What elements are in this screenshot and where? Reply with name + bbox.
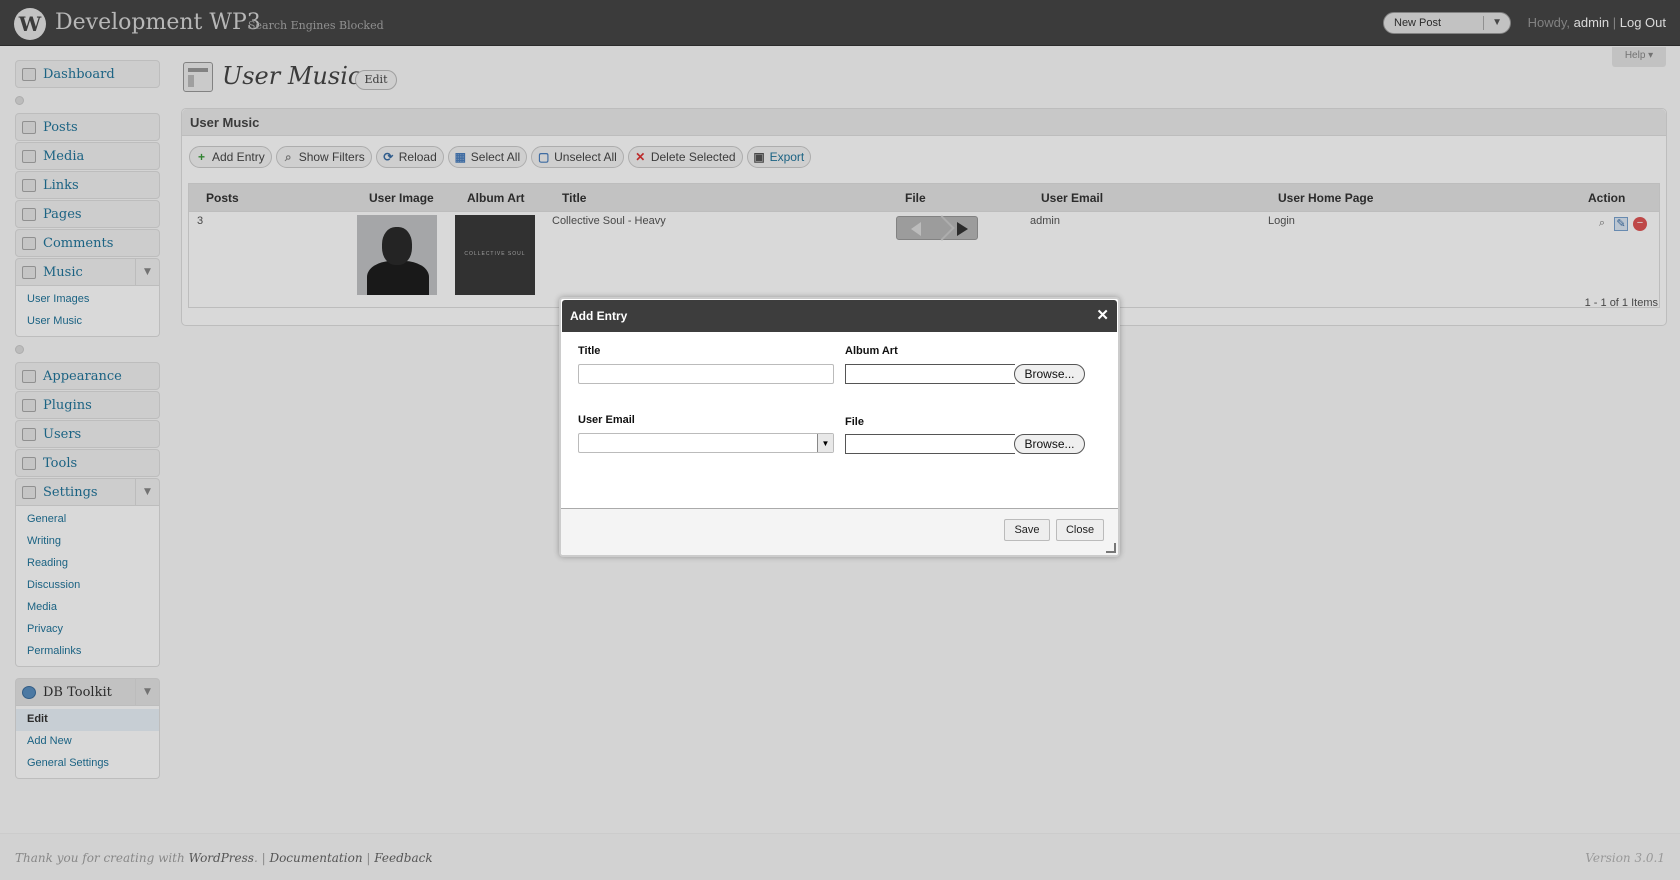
admin-footer: Thank you for creating with WordPress. |… (0, 833, 1680, 880)
title-input[interactable] (578, 364, 834, 384)
documentation-link[interactable]: Documentation (269, 851, 362, 865)
wordpress-link[interactable]: WordPress (189, 851, 254, 865)
dialog-titlebar[interactable]: Add Entry ✕ (562, 300, 1117, 332)
close-icon[interactable]: ✕ (1096, 300, 1109, 332)
dialog-footer: Save Close (561, 508, 1118, 555)
album-art-browse-button[interactable]: Browse... (1014, 364, 1085, 384)
file-browse-button[interactable]: Browse... (1014, 434, 1085, 454)
album-art-label: Album Art (845, 345, 898, 357)
feedback-link[interactable]: Feedback (374, 851, 432, 865)
file-input[interactable] (845, 434, 1015, 454)
title-label: Title (578, 345, 601, 357)
album-art-file-input[interactable] (845, 364, 1015, 384)
chevron-down-icon[interactable]: ▼ (817, 434, 833, 452)
resize-handle-icon[interactable] (1106, 543, 1116, 553)
add-entry-dialog: Add Entry ✕ Title Album Art Browse... Us… (559, 297, 1120, 557)
user-email-select[interactable]: ▼ (578, 433, 834, 453)
save-button[interactable]: Save (1004, 519, 1050, 541)
close-button[interactable]: Close (1056, 519, 1104, 541)
version-info: Version 3.0.1 (1585, 851, 1665, 865)
dialog-title: Add Entry (570, 309, 628, 323)
file-label: File (845, 416, 864, 428)
footer-credits: Thank you for creating with WordPress. |… (15, 851, 433, 865)
user-email-label: User Email (578, 414, 635, 426)
footer-thanks: Thank you for creating with (15, 851, 185, 865)
